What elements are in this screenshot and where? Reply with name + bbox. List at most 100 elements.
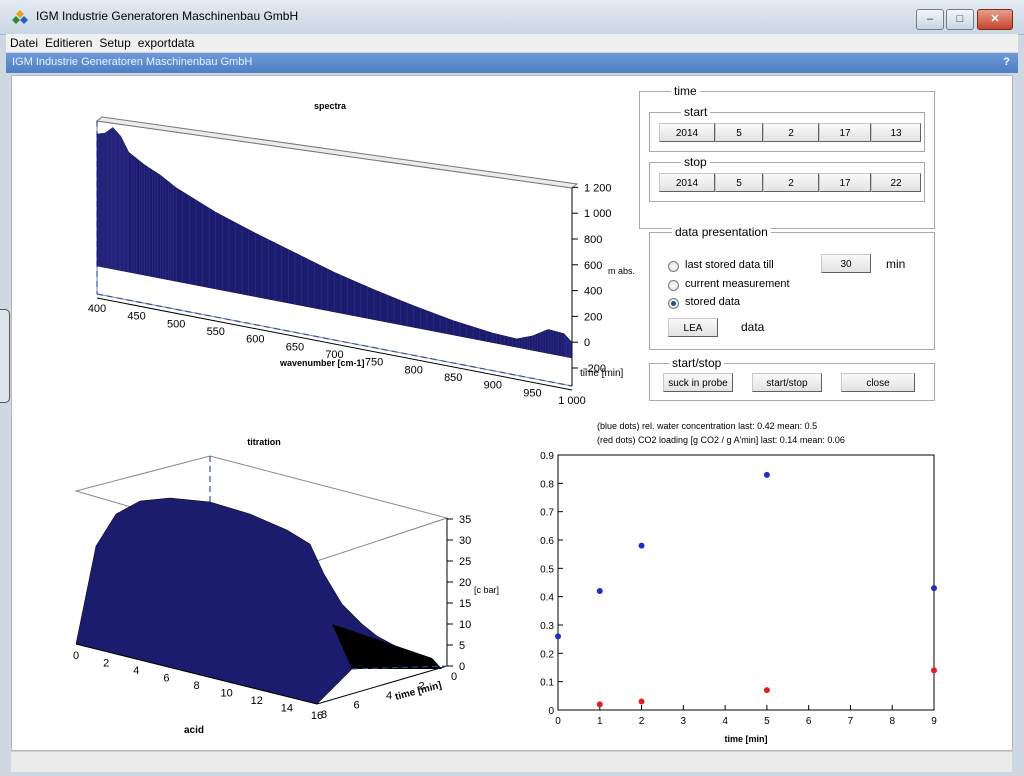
app-logo-icon (12, 10, 28, 24)
sub-header-title: IGM Industrie Generatoren Maschinenbau G… (12, 56, 253, 68)
scatter-xtick-label: 3 (681, 716, 687, 727)
spectra-xtick-label: 1 000 (558, 395, 586, 407)
titration-ztick-label: 10 (459, 619, 471, 631)
titration-ytick-label: 8 (321, 709, 327, 721)
scatter-xlabel: time [min] (724, 734, 767, 744)
titration-xtick-label: 0 (73, 650, 79, 662)
scatter-xtick-label: 0 (555, 716, 561, 727)
title-bar: IGM Industrie Generatoren Maschinenbau G… (0, 0, 1024, 35)
scatter-title-line-2: (red dots) CO2 loading [g CO2 / g A'min]… (597, 435, 845, 445)
spectra-ylabel: time [min] (580, 368, 624, 379)
titration-xtick-label: 4 (133, 665, 139, 677)
stop-year-field[interactable]: 2014 (659, 173, 715, 192)
menu-exportdata[interactable]: exportdata (134, 34, 198, 52)
stop-group-label: stop (681, 155, 710, 169)
radio-current-measurement[interactable] (668, 280, 679, 291)
titration-ztick-label: 5 (459, 640, 465, 652)
titration-ztick-label: 15 (459, 598, 471, 610)
scatter-plot-area (557, 454, 935, 711)
stop-day-field[interactable]: 2 (763, 173, 819, 192)
spectra-title: spectra (314, 101, 347, 111)
spectra-ztick-label: 600 (584, 260, 602, 272)
spectra-xtick-label: 750 (365, 357, 383, 369)
help-icon[interactable]: ? (1003, 56, 1010, 68)
spectra-ztick-label: 1 000 (584, 208, 612, 220)
scatter-blue-point (638, 542, 645, 549)
spectra-xtick-label: 850 (444, 372, 462, 384)
titration-xtick-label: 14 (281, 703, 293, 715)
scatter-red-point (931, 667, 937, 674)
menu-datei[interactable]: Datei (6, 34, 41, 52)
scatter-title-line-1: (blue dots) rel. water concentration las… (597, 421, 817, 431)
scatter-blue-point (763, 471, 770, 478)
scatter-ytick-label: 0.8 (540, 479, 554, 490)
start-group-label: start (681, 105, 711, 119)
scatter-red-point (763, 687, 770, 694)
restore-button[interactable]: □ (946, 9, 974, 30)
spectra-xtick-label: 800 (404, 364, 422, 376)
start-year-field[interactable]: 2014 (659, 123, 715, 142)
titration-xtick-label: 6 (163, 673, 169, 685)
titration-ztick-label: 20 (459, 577, 471, 589)
scatter-ytick-label: 0.5 (540, 564, 554, 575)
stop-month-field[interactable]: 5 (715, 173, 763, 192)
titration-chart: titration 0246810121416 86420 0510152025… (73, 437, 499, 736)
scatter-xtick-label: 1 (597, 716, 603, 727)
radio-current-measurement-label: current measurement (685, 278, 790, 290)
start-stop-label: start/stop (669, 356, 725, 370)
radio-stored-data[interactable] (668, 298, 679, 309)
titration-ztick-label: 30 (459, 535, 471, 547)
scatter-ytick-label: 0.3 (540, 621, 554, 632)
titration-surface (75, 497, 433, 705)
spectra-xtick-label: 550 (207, 326, 225, 338)
scatter-chart: (blue dots) rel. water concentration las… (540, 421, 937, 744)
titration-xtick-label: 2 (103, 658, 109, 670)
spectra-ztick-label: 0 (584, 337, 590, 349)
spectra-chart: spectra 40045050055060065070075080085090… (88, 101, 635, 407)
titration-ztick-label: 35 (459, 514, 471, 526)
menu-bar: Datei Editieren Setup exportdata (6, 34, 1018, 52)
suck-in-probe-button[interactable]: suck in probe (663, 373, 733, 392)
titration-ztick-label: 25 (459, 556, 471, 568)
stop-minute-field[interactable]: 22 (871, 173, 921, 192)
scatter-blue-point (931, 585, 937, 592)
start-month-field[interactable]: 5 (715, 123, 763, 142)
start-stop-button[interactable]: start/stop (752, 373, 822, 392)
side-panel-handle[interactable] (0, 309, 10, 403)
minutes-field[interactable]: 30 (821, 254, 871, 273)
titration-ytick-label: 0 (451, 671, 457, 683)
radio-stored-data-label: stored data (685, 296, 741, 308)
minimize-button[interactable]: – (916, 9, 944, 30)
titration-zlabel: [c bar] (474, 585, 499, 595)
start-minute-field[interactable]: 13 (871, 123, 921, 142)
spectra-zlabel: m abs. (608, 266, 635, 276)
scatter-blue-point (555, 633, 561, 640)
scatter-ytick-label: 0.2 (540, 649, 554, 660)
titration-ytick-label: 6 (354, 700, 360, 712)
close-button[interactable]: close (841, 373, 915, 392)
menu-editieren[interactable]: Editieren (41, 34, 95, 52)
spectra-xtick-label: 400 (88, 303, 106, 315)
spectra-xlabel: wavenumber [cm-1] (279, 358, 365, 368)
radio-last-stored[interactable] (668, 261, 679, 272)
scatter-ytick-label: 0 (548, 706, 554, 717)
status-bar (11, 751, 1012, 772)
menu-setup[interactable]: Setup (95, 34, 133, 52)
scatter-xtick-label: 9 (931, 716, 937, 727)
window-title: IGM Industrie Generatoren Maschinenbau G… (36, 9, 299, 23)
scatter-red-point (596, 701, 603, 708)
lea-button[interactable]: LEA (668, 318, 718, 337)
start-hour-field[interactable]: 17 (819, 123, 871, 142)
spectra-xtick-label: 500 (167, 318, 185, 330)
start-day-field[interactable]: 2 (763, 123, 819, 142)
titration-xtick-label: 8 (193, 680, 199, 692)
close-window-button[interactable]: ✕ (977, 9, 1013, 30)
spectra-ztick-label: 200 (584, 311, 602, 323)
stop-hour-field[interactable]: 17 (819, 173, 871, 192)
spectra-ztick-label: 800 (584, 234, 602, 246)
titration-ztick-label: 0 (459, 661, 465, 673)
spectra-ztick-label: 1 200 (584, 182, 612, 194)
scatter-ytick-label: 0.1 (540, 678, 554, 689)
spectra-xtick-label: 450 (127, 311, 145, 323)
scatter-xtick-label: 7 (848, 716, 854, 727)
